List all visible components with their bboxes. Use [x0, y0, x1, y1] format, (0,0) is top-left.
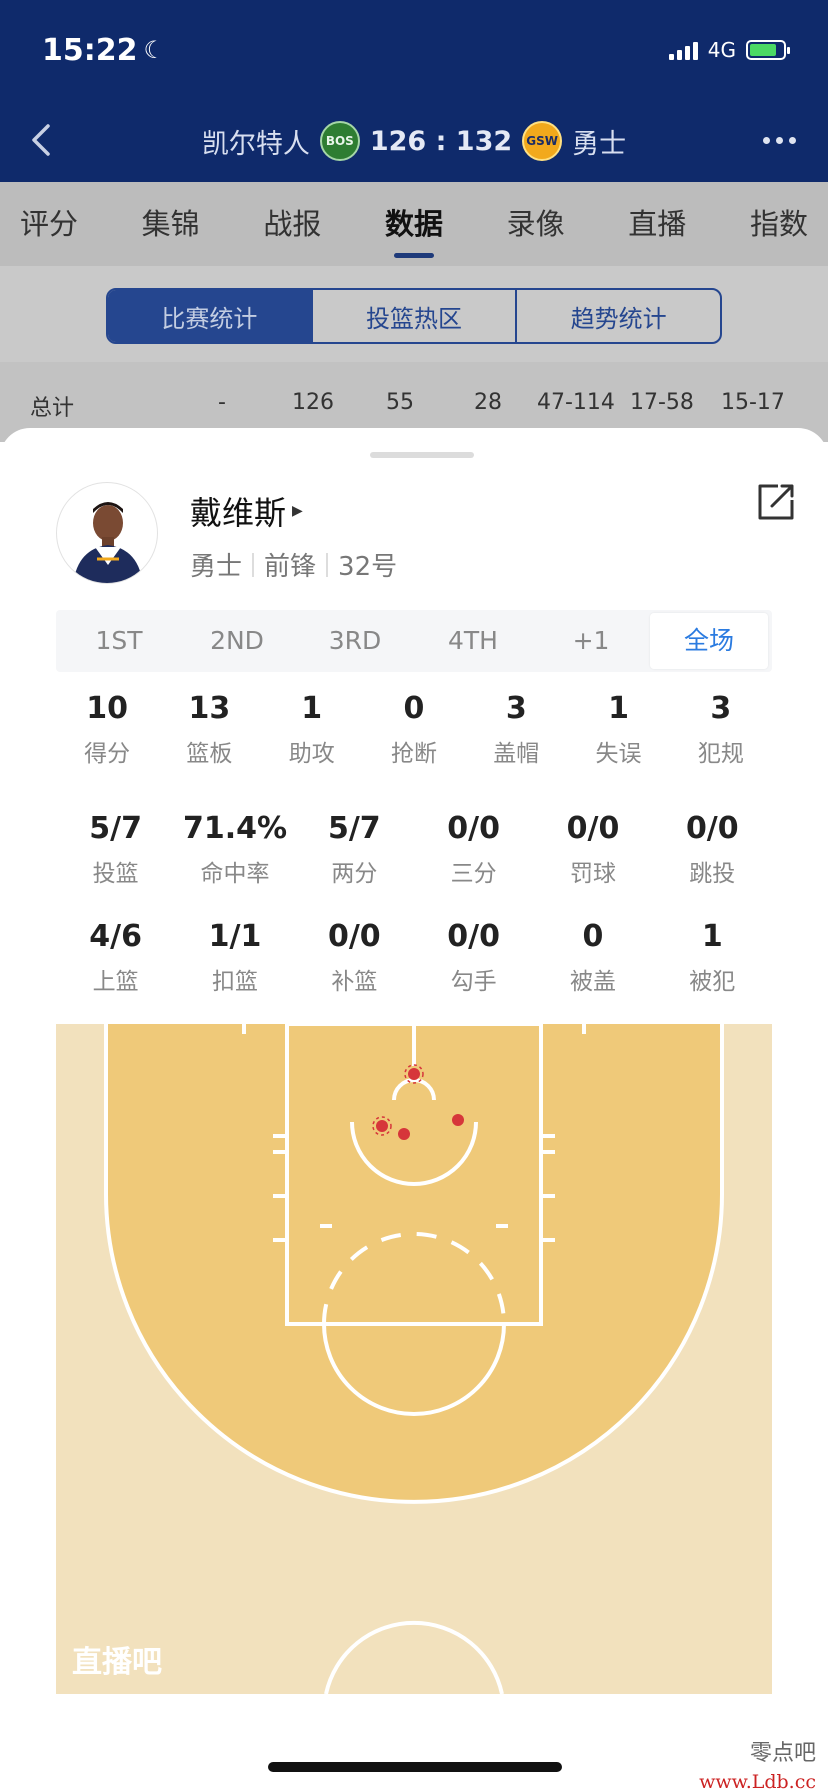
player-meta: 勇士 前锋 32号: [190, 546, 397, 583]
quarter-tabs: 1ST 2ND 3RD 4TH +1 全场: [56, 610, 772, 672]
stat-fouls: 3 犯规: [697, 691, 744, 767]
signal-icon: [668, 40, 698, 60]
more-options-button[interactable]: [754, 118, 804, 162]
segment-area: 比赛统计 投篮热区 趋势统计: [0, 266, 828, 362]
quarter-tab-1st[interactable]: 1ST: [60, 613, 178, 669]
away-team-name: 勇士: [572, 128, 627, 160]
background-app: 15:22 ☾ 4G 凯尔特人 BOS 126 : 132 GSW 勇士 评分 …: [0, 0, 828, 442]
made-shot-marker: [452, 1114, 464, 1126]
stat-2pt: 5/7 两分: [327, 811, 381, 887]
tab-index[interactable]: 指数: [750, 182, 808, 266]
stat-putback: 0/0 补篮: [327, 919, 381, 995]
moon-icon: ☾: [143, 36, 166, 64]
quarter-tab-3rd[interactable]: 3RD: [296, 613, 414, 669]
made-shot-marker: [398, 1128, 410, 1140]
court-watermark: 直播吧: [72, 1646, 162, 1679]
stat-rebounds: 13 篮板: [186, 691, 233, 767]
tab-replay[interactable]: 录像: [507, 182, 565, 266]
status-time: 15:22 ☾: [42, 32, 166, 68]
corner-watermark: 零点吧 www.Ldb.cc: [699, 1741, 816, 1792]
stat-steals: 0 抢断: [390, 691, 437, 767]
tab-live[interactable]: 直播: [628, 182, 686, 266]
stat-jumper: 0/0 跳投: [685, 811, 739, 887]
segmented-control: 比赛统计 投篮热区 趋势统计: [106, 288, 722, 344]
away-team-logo: GSW: [522, 121, 563, 161]
nav-tabs: 评分 集锦 战报 数据 录像 直播 指数: [0, 182, 828, 266]
totals-cell: 47-114: [537, 390, 615, 415]
stat-ft: 0/0 罚球: [566, 811, 620, 887]
totals-label: 总计: [30, 396, 75, 421]
quarter-tab-4th[interactable]: 4TH: [414, 613, 532, 669]
player-number: 32号: [338, 552, 398, 582]
totals-cell: 28: [474, 390, 502, 415]
player-name-link[interactable]: 戴维斯 ▶: [190, 488, 303, 534]
share-icon: [758, 484, 794, 520]
stat-blocks: 3 盖帽: [493, 691, 540, 767]
tab-highlights[interactable]: 集锦: [142, 182, 200, 266]
home-team-name: 凯尔特人: [201, 128, 310, 160]
caret-right-icon: ▶: [292, 503, 303, 519]
totals-cell: 17-58: [630, 390, 694, 415]
game-header: 凯尔特人 BOS 126 : 132 GSW 勇士: [0, 118, 828, 164]
totals-cell: 55: [386, 390, 414, 415]
segment-shot-zones[interactable]: 投篮热区: [313, 290, 518, 342]
stat-fouled: 1 被犯: [689, 919, 736, 995]
totals-cell: 126: [292, 390, 334, 415]
status-bar: 15:22 ☾ 4G: [42, 30, 790, 70]
stat-hook: 0/0 勾手: [447, 919, 500, 995]
totals-cell: 15-17: [721, 390, 785, 415]
stat-3pt: 0/0 三分: [447, 811, 500, 887]
share-button[interactable]: [756, 482, 796, 522]
player-position: 前锋: [264, 552, 317, 582]
quarter-tab-2nd[interactable]: 2ND: [178, 613, 296, 669]
home-indicator[interactable]: [268, 1762, 562, 1772]
stats-row-shooting: 5/7 投篮 71.4% 命中率 5/7 两分 0/0 三分 0/0 罚球 0/0 跳投: [56, 808, 772, 888]
stat-assists: 1 助攻: [288, 691, 335, 767]
stats-row-basic: 10 得分 13 篮板 1 助攻 0 抢断 3 盖帽 1 失误 3 犯规: [56, 688, 772, 768]
stats-row-shot-types: 4/6 上篮 1/1 扣篮 0/0 补篮 0/0 勾手 0 被盖 1 被犯: [56, 916, 772, 996]
player-sheet: 戴维斯 ▶ 勇士 前锋 32号 1ST 2ND 3RD 4TH +1 全场 10…: [0, 428, 828, 1792]
game-score: 126 : 132: [369, 125, 513, 157]
segment-trend-stats[interactable]: 趋势统计: [517, 290, 720, 342]
segment-game-stats[interactable]: 比赛统计: [108, 290, 313, 342]
stat-layup: 4/6 上篮: [89, 919, 143, 995]
stat-turnovers: 1 失误: [595, 691, 642, 767]
stat-points: 10 得分: [84, 691, 131, 767]
player-team: 勇士: [190, 552, 243, 582]
tab-rating[interactable]: 评分: [20, 182, 78, 266]
network-label: 4G: [707, 38, 736, 62]
totals-cell: -: [218, 390, 226, 415]
court-svg: 直播吧: [56, 1022, 772, 1695]
tab-data[interactable]: 数据: [385, 182, 443, 266]
sheet-drag-handle[interactable]: [370, 452, 474, 458]
stat-fg-pct: 71.4% 命中率: [182, 811, 288, 887]
shot-chart-court: 直播吧: [56, 1022, 772, 1695]
quarter-tab-ot[interactable]: +1: [532, 613, 650, 669]
home-team-logo: BOS: [319, 121, 360, 161]
top-bar: 15:22 ☾ 4G 凯尔特人 BOS 126 : 132 GSW 勇士: [0, 0, 828, 182]
player-avatar: [56, 482, 158, 584]
stat-dunk: 1/1 扣篮: [208, 919, 262, 995]
battery-icon: [746, 40, 790, 60]
stat-blocked: 0 被盖: [569, 919, 616, 995]
quarter-tab-full[interactable]: 全场: [650, 613, 768, 669]
status-indicators: 4G: [668, 38, 790, 62]
stat-fg: 5/7 投篮: [89, 811, 143, 887]
tab-report[interactable]: 战报: [263, 182, 321, 266]
